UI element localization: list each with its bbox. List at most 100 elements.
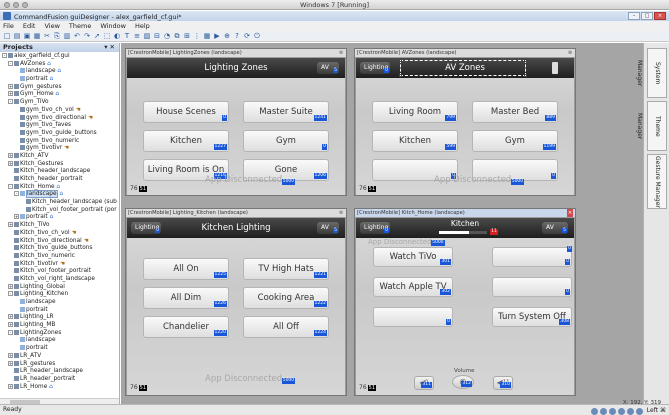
close-panel-icon[interactable]: ⊗ [567,49,573,57]
panel-button[interactable]: Chandelier 1220 [143,316,229,338]
expand-icon[interactable]: + [8,222,13,228]
collapse-icon[interactable]: - [8,183,13,189]
panel-title-bar[interactable]: [CrestronMobile] Kitch_Home (landscape) × [355,209,575,217]
resize-handle[interactable] [524,59,527,62]
tree-item[interactable]: - alex_garfield_cf.gui [0,53,119,61]
panel-button[interactable]: Gym 0 [243,130,329,152]
panel-av-zones[interactable]: [CrestronMobile] AVZones (landscape) ⊗ AV… [354,48,576,196]
close-panel-icon[interactable]: ⊗ [338,49,344,57]
av-pill-button[interactable]: AV 5 [542,222,568,234]
close-button[interactable]: × [654,12,666,20]
tree-item[interactable]: gym_tivo_directional ☚ [0,114,119,123]
pin-icon[interactable]: ▾ ✕ [104,43,115,52]
tree-item[interactable]: landscape [0,299,119,307]
tree-item[interactable]: Kitch_tivo_directional ☚ [0,237,119,246]
tree-item[interactable]: - AVZones ⌂ [0,60,119,69]
panel-button[interactable]: Gym 1199 [472,130,558,152]
tab-gesture-manager[interactable]: Gesture Manager [647,154,667,209]
tree-item[interactable]: - Gym_TiVo [0,99,119,107]
font-icon[interactable]: T [123,32,131,41]
tree-item[interactable]: Kitch_header_landscape (sub [0,199,119,207]
tree-item[interactable]: landscape ⌂ [0,68,119,76]
tree-item[interactable]: - landscape ⌂ [0,190,119,199]
slider-icon[interactable]: ⊟ [153,32,161,41]
pointer-icon[interactable]: ➚ [93,32,101,41]
menu-window[interactable]: Window [100,22,126,30]
power-icon[interactable]: ⏻ [253,32,261,41]
expand-icon[interactable]: + [8,352,13,358]
tree-item[interactable]: gym_tivo_numeric [0,137,119,146]
panel-title-bar[interactable]: [CrestronMobile] Lighting_Kitchen (lands… [126,209,346,217]
lighting-pill-button[interactable]: Lighting 0 [131,222,161,234]
tree-item[interactable]: gym_tivo_guide_buttons [0,129,119,138]
usb-icon[interactable] [608,407,616,415]
lighting-pill-button[interactable]: Lighting 0 [360,62,390,74]
list-icon[interactable]: ≡ [133,32,141,41]
zoom-icon[interactable]: ⊕ [223,32,231,41]
panel-button[interactable]: Watch TiVo 301 [373,247,453,267]
tree-item[interactable]: Kitch_header_portrait [0,176,119,184]
resize-handle[interactable] [399,59,402,62]
maximize-button[interactable]: □ [641,12,653,20]
tree-item[interactable]: + LR_Home ⌂ [0,383,119,392]
tree-item[interactable]: + LR_ATV [0,352,119,361]
tree-item[interactable]: LR_header_portrait [0,375,119,384]
tab-theme-manager[interactable]: Theme Manager [636,101,667,151]
expand-icon[interactable]: + [8,91,13,97]
av-pill-stub[interactable] [552,62,558,74]
collapse-icon[interactable]: - [8,60,13,66]
av-pill-button[interactable]: AV 5 [317,222,339,234]
tree-item[interactable]: + Lighting_Global [0,283,119,292]
preview-icon[interactable]: ▶ [213,32,221,41]
resize-handle[interactable] [524,74,527,77]
distribute-icon[interactable]: ⋮ [193,32,201,41]
tab-system-manager[interactable]: System Manager [636,48,667,98]
panel-button[interactable]: Master Suite 1241 [243,101,329,123]
panel-title-bar[interactable]: [CrestronMobile] LightingZones (landscap… [126,49,346,57]
tree-item[interactable]: Kitch_vol_footer_portrait (por [0,206,119,215]
display-icon[interactable] [635,407,643,415]
tree-item[interactable]: Kitch_tivo_guide_buttons [0,245,119,253]
save-icon[interactable]: ▣ [23,32,31,41]
menu-file[interactable]: File [3,22,14,30]
tree-item[interactable]: Kitch_tivotivr ☚ [0,260,119,269]
menu-help[interactable]: Help [135,22,150,30]
tree-item[interactable]: + Kitch_ATV [0,152,119,161]
panel-kitch-home[interactable]: [CrestronMobile] Kitch_Home (landscape) ×… [354,208,576,396]
panel-button[interactable]: 0 [373,307,453,327]
tree-item[interactable]: portrait [0,345,119,353]
tree-item[interactable]: - Lighting_Kitchen [0,291,119,299]
shared-folder-icon[interactable] [626,407,634,415]
panel-button[interactable]: Living Room 799 [372,101,458,123]
panel-button[interactable]: 0 [492,277,572,297]
panel-lighting-kitchen[interactable]: [CrestronMobile] Lighting_Kitchen (lands… [125,208,347,396]
collapse-icon[interactable]: - [8,329,13,335]
tree-item[interactable]: landscape [0,337,119,345]
tree-item[interactable]: gym_tivo_ch_vol ☚ [0,106,119,115]
tree-item[interactable]: Kitch_vol_right_landscape [0,275,119,284]
expand-icon[interactable]: + [8,152,13,158]
lighting-pill-button[interactable]: Lighting 0 [360,222,390,234]
expand-icon[interactable]: + [8,383,13,389]
gauge-icon[interactable]: ◔ [163,32,171,41]
panel-button[interactable]: Turn System Off 308 [492,307,572,327]
panel-button[interactable]: All Dim 1226 [143,287,229,309]
panel-lighting-zones[interactable]: [CrestronMobile] LightingZones (landscap… [125,48,347,196]
menu-theme[interactable]: Theme [69,22,91,30]
mute-button[interactable]: ◉312 [452,375,474,389]
new-icon[interactable]: □ [3,32,11,41]
close-panel-icon[interactable]: ⊗ [338,209,344,217]
tree-item[interactable]: + Lighting_MB [0,322,119,330]
tree-item[interactable]: - LightingZones [0,329,119,338]
panel-button[interactable]: All On 1225 [143,258,229,280]
arrange-icon[interactable]: ⧉ [173,32,181,41]
collapse-icon[interactable]: - [2,53,7,58]
expand-icon[interactable]: + [8,160,13,166]
tree-item[interactable]: Kitch_tivo_ch_vol ☚ [0,229,119,238]
tree-item[interactable]: portrait ⌂ [0,76,119,84]
expand-icon[interactable]: + [8,283,13,289]
panel-button[interactable]: Kitchen 599 [372,130,458,152]
tree-item[interactable]: + Lighting_LR [0,314,119,322]
align-icon[interactable]: ⊞ [183,32,191,41]
close-panel-icon[interactable]: × [567,209,573,217]
